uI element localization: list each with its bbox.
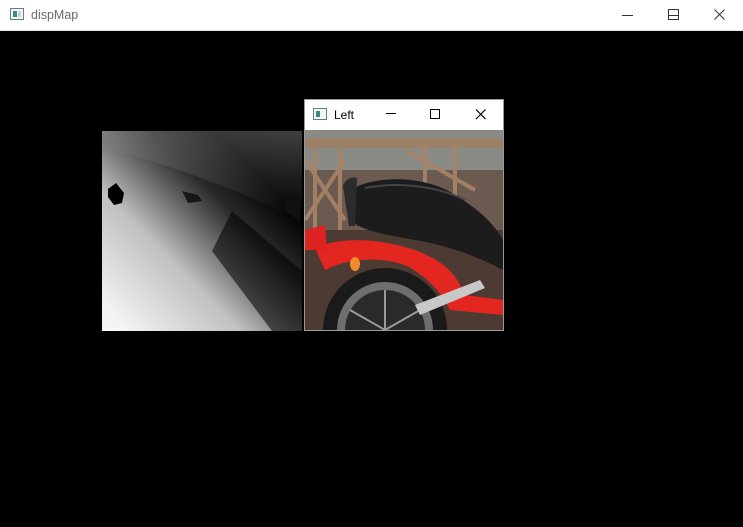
minimize-icon [622, 15, 633, 16]
minimize-icon [386, 113, 396, 114]
minimize-button-area[interactable] [605, 0, 651, 30]
maximize-icon [430, 109, 440, 119]
child-window-title: Left [334, 108, 355, 122]
close-icon [475, 109, 486, 120]
child-minimize-button[interactable] [369, 100, 413, 130]
maximize-icon [668, 9, 679, 20]
window-titlebar[interactable]: dispMap [0, 0, 743, 31]
child-maximize-button[interactable] [413, 100, 457, 130]
close-icon [714, 9, 725, 20]
motorcycle-photo [305, 130, 503, 330]
left-image-window: Left [304, 99, 504, 331]
dispmap-window: dispMap Left [0, 0, 743, 527]
app-icon [10, 8, 24, 20]
app-icon [313, 108, 327, 120]
disparity-map-image [102, 131, 302, 331]
close-button[interactable] [697, 0, 743, 30]
child-close-button[interactable] [459, 100, 503, 130]
maximize-button[interactable] [651, 0, 697, 30]
child-window-titlebar[interactable]: Left [305, 100, 503, 130]
window-title: dispMap [31, 8, 79, 22]
